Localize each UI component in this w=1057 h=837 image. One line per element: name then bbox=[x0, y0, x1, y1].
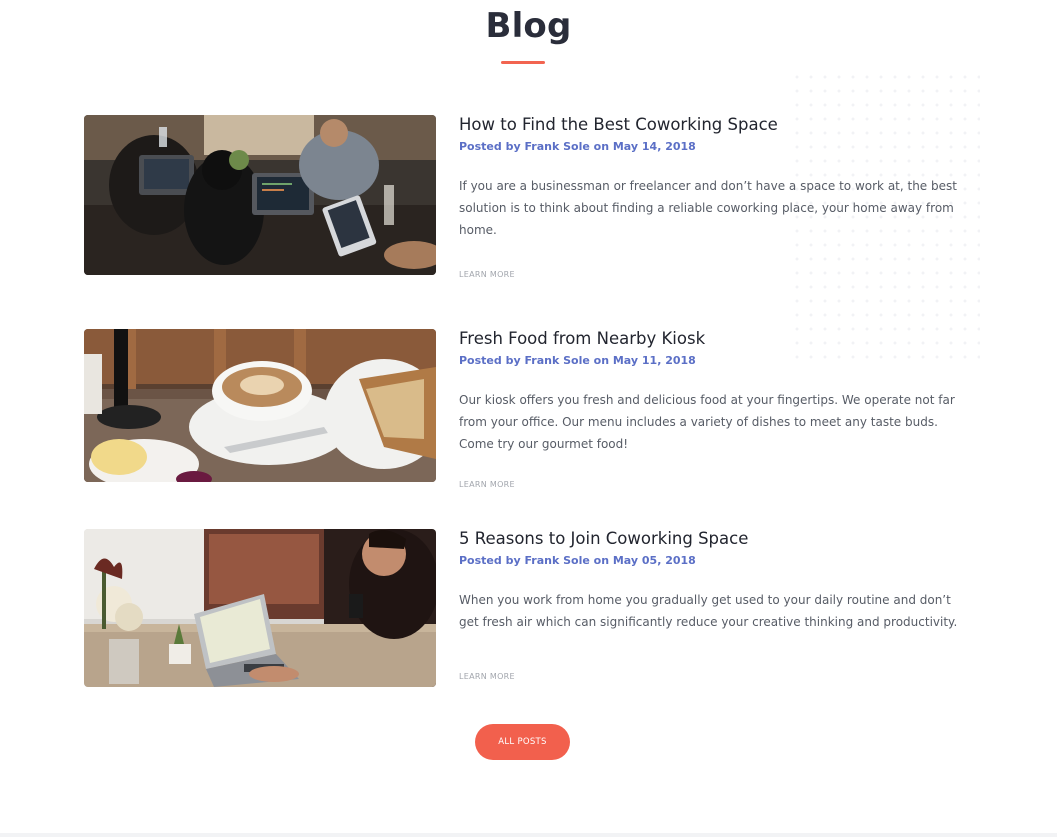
post-thumbnail-coworking[interactable] bbox=[84, 115, 436, 275]
post-content: How to Find the Best Coworking Space Pos… bbox=[459, 115, 969, 279]
section-title: Blog bbox=[485, 6, 572, 46]
post-title[interactable]: 5 Reasons to Join Coworking Space bbox=[459, 529, 969, 550]
post-content: 5 Reasons to Join Coworking Space Posted… bbox=[459, 529, 969, 681]
title-underline bbox=[501, 61, 545, 64]
all-posts-button[interactable]: ALL POSTS bbox=[475, 724, 570, 760]
learn-more-link[interactable]: LEARN MORE bbox=[459, 672, 515, 681]
coffee-and-bread-photo bbox=[84, 329, 436, 482]
post-meta: Posted by Frank Sole on May 14, 2018 bbox=[459, 139, 696, 153]
learn-more-link[interactable]: LEARN MORE bbox=[459, 480, 515, 489]
post-content: Fresh Food from Nearby Kiosk Posted by F… bbox=[459, 329, 969, 489]
post-excerpt: If you are a businessman or freelancer a… bbox=[459, 178, 957, 237]
post-thumbnail-food[interactable] bbox=[84, 329, 436, 482]
post-title[interactable]: Fresh Food from Nearby Kiosk bbox=[459, 329, 969, 350]
post-thumbnail-laptop[interactable] bbox=[84, 529, 436, 687]
post-title[interactable]: How to Find the Best Coworking Space bbox=[459, 115, 969, 136]
coworking-team-photo bbox=[84, 115, 436, 275]
section-bottom-divider bbox=[0, 833, 1057, 837]
learn-more-link[interactable]: LEARN MORE bbox=[459, 270, 515, 279]
post-excerpt: When you work from home you gradually ge… bbox=[459, 592, 958, 629]
post-excerpt: Our kiosk offers you fresh and delicious… bbox=[459, 392, 955, 451]
post-meta: Posted by Frank Sole on May 05, 2018 bbox=[459, 553, 696, 567]
laptop-work-photo bbox=[84, 529, 436, 687]
post-meta: Posted by Frank Sole on May 11, 2018 bbox=[459, 353, 696, 367]
